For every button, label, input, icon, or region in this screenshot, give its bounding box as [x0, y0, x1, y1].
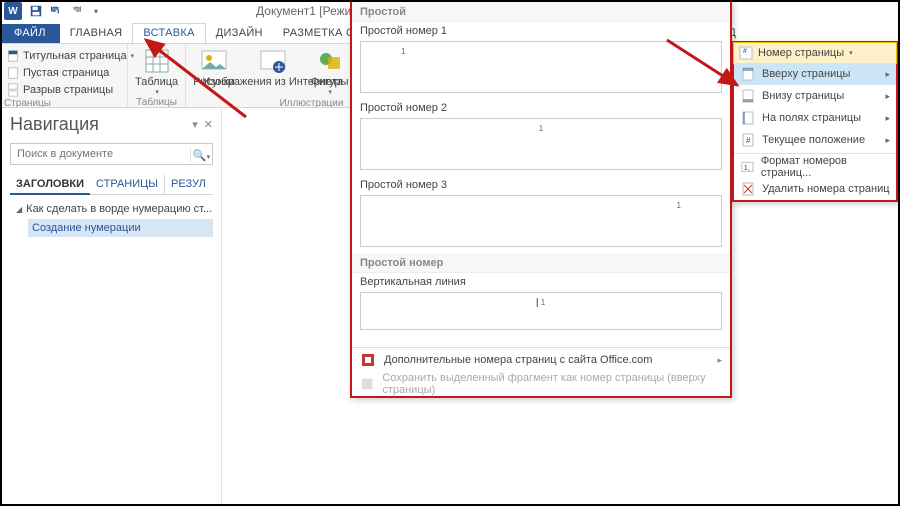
redo-button[interactable] [66, 1, 86, 21]
group-tables-label: Таблицы [136, 97, 177, 108]
gallery-section-simple2: Простой номер [352, 253, 730, 273]
svg-text:#: # [743, 48, 747, 55]
page-break-button[interactable]: Разрыв страницы [4, 82, 136, 98]
chevron-right-icon: ▸ [885, 91, 890, 102]
submenu-remove-label: Удалить номера страниц [762, 183, 890, 195]
tab-home[interactable]: ГЛАВНАЯ [60, 24, 133, 43]
chevron-right-icon: ▸ [885, 113, 890, 124]
gallery-preview-3[interactable]: 1 [360, 195, 722, 247]
cover-page-button[interactable]: Титульная страница▾ [4, 48, 136, 64]
submenu-page-margins[interactable]: На полях страницы ▸ [734, 107, 896, 129]
tree-root-item[interactable]: ◢Как сделать в ворде нумерацию ст... [10, 201, 213, 217]
nav-search-input[interactable] [11, 148, 190, 160]
gallery-item-3[interactable]: Простой номер 3 [352, 176, 730, 193]
svg-text:1,: 1, [744, 163, 750, 172]
search-icon[interactable]: 🔍▾ [190, 147, 212, 162]
gallery-item-4[interactable]: Вертикальная линия [352, 273, 730, 290]
cover-page-label: Титульная страница [23, 50, 127, 62]
shapes-button[interactable]: Фигуры▾ [308, 46, 352, 97]
submenu-margins-label: На полях страницы [762, 112, 861, 124]
submenu-format-label: Формат номеров страниц... [761, 155, 890, 179]
page-number-submenu: # Номер страницы▾ Вверху страницы ▸ Внизу… [732, 41, 898, 202]
gallery-preview-4[interactable]: 1 [360, 292, 722, 330]
tab-file[interactable]: ФАЙЛ [0, 24, 60, 43]
chevron-right-icon: ▸ [885, 69, 890, 80]
submenu-header-label: Номер страницы [758, 47, 844, 59]
gallery-save-label: Сохранить выделенный фрагмент как номер … [382, 372, 722, 396]
submenu-top-label: Вверху страницы [762, 68, 850, 80]
nav-tab-headings[interactable]: ЗАГОЛОВКИ [10, 175, 90, 195]
submenu-bottom-label: Внизу страницы [762, 90, 844, 102]
save-button[interactable] [26, 1, 46, 21]
navigation-pane: Навигация ▾ ✕ 🔍▾ ЗАГОЛОВКИ СТРАНИЦЫ РЕЗУЛ… [0, 108, 222, 506]
tree-root-label: Как сделать в ворде нумерацию ст... [26, 203, 212, 215]
blank-page-button[interactable]: Пустая страница [4, 65, 136, 81]
nav-dropdown-icon[interactable]: ▾ [192, 118, 198, 131]
word-app-icon: W [4, 2, 22, 20]
table-label: Таблица [135, 76, 178, 88]
tab-design[interactable]: ДИЗАЙН [206, 24, 273, 43]
blank-page-label: Пустая страница [23, 67, 109, 79]
nav-tabs: ЗАГОЛОВКИ СТРАНИЦЫ РЕЗУЛ [10, 175, 213, 195]
nav-tab-results[interactable]: РЕЗУЛ [164, 175, 210, 194]
nav-search[interactable]: 🔍▾ [10, 143, 213, 165]
nav-tab-pages[interactable]: СТРАНИЦЫ [90, 175, 164, 194]
page-number-gallery: Простой Простой номер 1 1 Простой номер … [350, 0, 732, 398]
chevron-right-icon: ▸ [717, 355, 722, 366]
undo-button[interactable] [46, 1, 66, 21]
submenu-remove-numbers[interactable]: Удалить номера страниц [734, 178, 896, 200]
submenu-current-position[interactable]: # Текущее положение ▸ [734, 129, 896, 151]
gallery-more-label: Дополнительные номера страниц с сайта Of… [384, 354, 652, 366]
gallery-save-selection: Сохранить выделенный фрагмент как номер … [352, 372, 730, 396]
group-illustrations-label: Иллюстрации [279, 98, 343, 108]
submenu-separator [734, 153, 896, 154]
submenu-current-label: Текущее положение [762, 134, 865, 146]
gallery-item-1[interactable]: Простой номер 1 [352, 22, 730, 39]
submenu-header[interactable]: # Номер страницы▾ [733, 42, 897, 64]
nav-close-icon[interactable]: ✕ [204, 118, 213, 131]
online-pictures-button[interactable]: Изображения из Интернета [238, 46, 308, 88]
gallery-preview-2[interactable]: 1 [360, 118, 722, 170]
table-button[interactable]: Таблица▾ [132, 46, 181, 97]
page-break-label: Разрыв страницы [23, 84, 113, 96]
gallery-preview-1[interactable]: 1 [360, 41, 722, 93]
navigation-title: Навигация [10, 114, 99, 135]
tree-child-item[interactable]: Создание нумерации [28, 219, 213, 237]
shapes-label: Фигуры [311, 76, 349, 88]
qat-customize-button[interactable]: ▾ [86, 1, 106, 21]
chevron-right-icon: ▸ [885, 135, 890, 146]
gallery-more-office[interactable]: Дополнительные номера страниц с сайта Of… [352, 348, 730, 372]
group-pages-label: Страницы [4, 98, 51, 108]
submenu-format-numbers[interactable]: 1, Формат номеров страниц... [734, 156, 896, 178]
gallery-item-2[interactable]: Простой номер 2 [352, 99, 730, 116]
tab-insert[interactable]: ВСТАВКА [132, 23, 205, 44]
gallery-section-simple: Простой [352, 2, 730, 22]
submenu-bottom-of-page[interactable]: Внизу страницы ▸ [734, 85, 896, 107]
submenu-top-of-page[interactable]: Вверху страницы ▸ [734, 63, 896, 85]
svg-text:#: # [746, 136, 751, 145]
